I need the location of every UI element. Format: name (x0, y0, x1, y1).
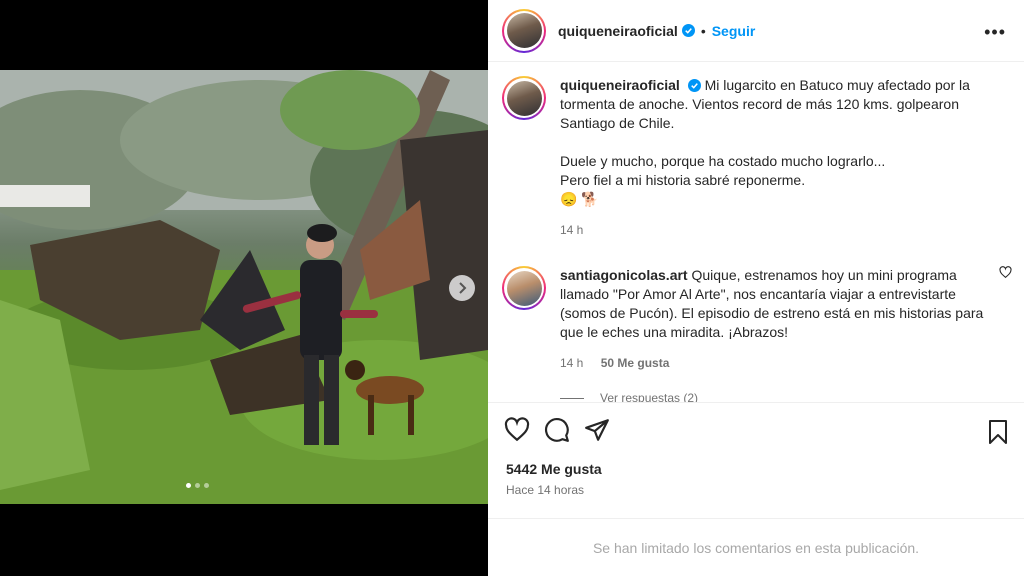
caption-text-line: Duele y mucho, porque ha costado mucho l… (560, 153, 886, 169)
carousel-dot (195, 483, 200, 488)
commenter-username[interactable]: santiagonicolas.art (560, 267, 688, 283)
author-avatar[interactable] (502, 8, 546, 53)
caption: quiqueneiraoficial Mi lugarcito en Batuc… (488, 62, 1024, 240)
commenter-avatar[interactable] (502, 266, 546, 310)
post-timestamp: Hace 14 horas (506, 483, 585, 497)
post-actions: 5442 Me gusta Hace 14 horas (488, 402, 1024, 518)
follow-button[interactable]: Seguir (712, 23, 756, 39)
comment-icon[interactable] (544, 417, 570, 443)
avatar-image (506, 270, 542, 306)
bookmark-icon[interactable] (986, 419, 1010, 445)
likes-count[interactable]: 5442 Me gusta (506, 461, 1024, 477)
comments-section: quiqueneiraoficial Mi lugarcito en Batuc… (488, 62, 1024, 402)
author-username[interactable]: quiqueneiraoficial (558, 23, 678, 39)
more-options-icon[interactable]: ••• (984, 22, 1006, 43)
share-icon[interactable] (584, 417, 610, 443)
verified-badge-icon (681, 24, 695, 37)
media-area (0, 0, 488, 576)
action-icons (488, 403, 1024, 443)
avatar-image (506, 80, 542, 116)
post-photo (0, 70, 488, 504)
comments-limited-notice: Se han limitado los comentarios en esta … (488, 518, 1024, 576)
separator-dot: • (700, 22, 706, 39)
chevron-right-icon (459, 282, 467, 294)
caption-username[interactable]: quiqueneiraoficial (560, 77, 680, 93)
comment-item: santiagonicolas.art Quique, estrenamos h… (488, 252, 1024, 373)
comment-like-heart-icon[interactable] (999, 266, 1012, 279)
post-panel: quiqueneiraoficial • Seguir ••• quiquene… (488, 0, 1024, 576)
comment-time: 14 h (560, 356, 584, 370)
comment-meta: 14 h 50 Me gusta (560, 354, 996, 373)
storm-damage-photo (0, 70, 488, 504)
next-photo-button[interactable] (449, 275, 475, 301)
caption-body: quiqueneiraoficial Mi lugarcito en Batuc… (560, 76, 996, 240)
carousel-dot (186, 483, 191, 488)
verified-badge-icon (687, 79, 701, 92)
carousel-indicator (186, 483, 209, 488)
comment-likes[interactable]: 50 Me gusta (601, 356, 670, 370)
caption-text-line: Pero fiel a mi historia sabré reponerme. (560, 172, 806, 188)
view-replies-button[interactable]: Ver respuestas (2) (560, 391, 1024, 402)
post-header: quiqueneiraoficial • Seguir ••• (488, 0, 1024, 62)
carousel-dot (204, 483, 209, 488)
avatar-image (506, 13, 542, 48)
caption-time: 14 h (560, 223, 584, 237)
view-replies-label: Ver respuestas (2) (600, 391, 699, 402)
caption-emojis: 😞 🐕 (560, 191, 599, 207)
caption-avatar[interactable] (502, 76, 546, 120)
heart-icon[interactable] (504, 417, 530, 443)
replies-divider (560, 397, 584, 399)
comment-body: santiagonicolas.art Quique, estrenamos h… (560, 266, 996, 373)
